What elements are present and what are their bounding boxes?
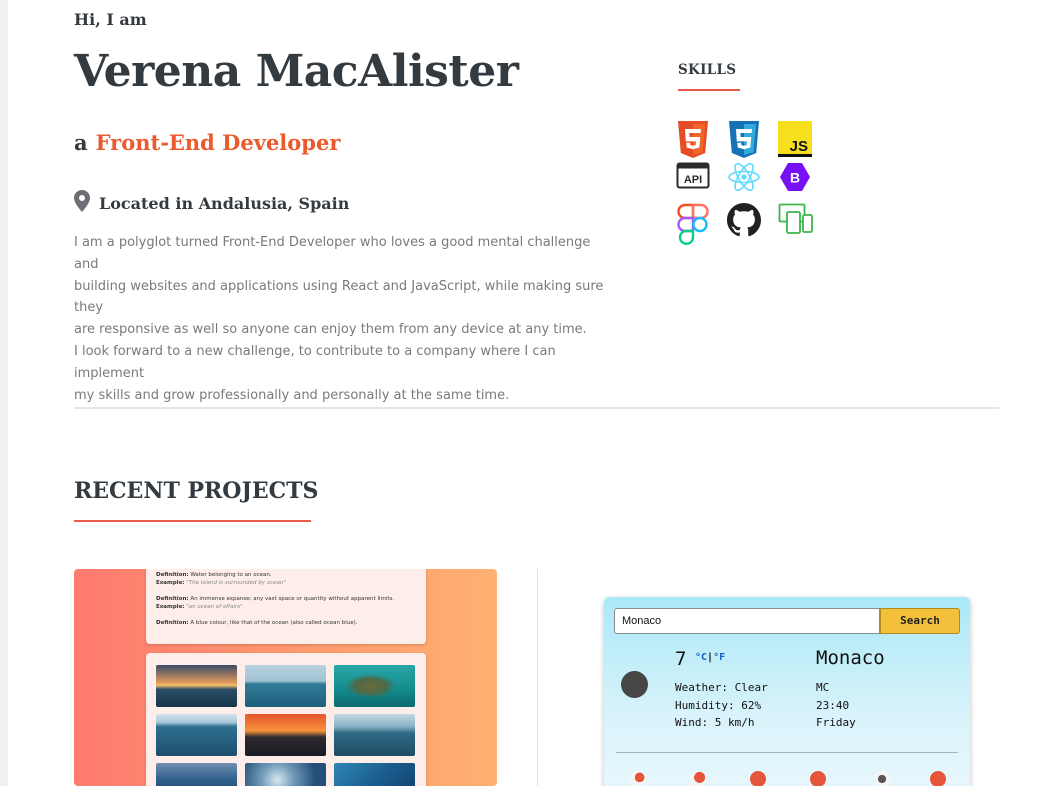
about-line: I am a polyglot turned Front-End Develop…: [74, 235, 591, 272]
definition-entry: Definition: Water belonging to an ocean.: [156, 572, 272, 578]
svg-text:API: API: [684, 174, 702, 186]
forecast-icon: [930, 771, 946, 786]
ocean-horizon-image: [245, 665, 326, 707]
ocean-foam-image: [245, 763, 326, 786]
ocean-deep-image: [334, 763, 415, 786]
responsive-design-icon: [778, 203, 818, 243]
weather-search-button[interactable]: Search: [880, 608, 960, 634]
weather-city: Monaco: [816, 647, 885, 669]
role-title: Front-End Developer: [95, 130, 341, 155]
unit-celsius[interactable]: °C: [695, 652, 707, 663]
forecast-icon: [690, 771, 706, 786]
forecast-icon: [810, 771, 826, 786]
weather-day: Friday: [816, 716, 856, 729]
ocean-storm-image: [156, 763, 237, 786]
svg-text:JS: JS: [790, 138, 808, 155]
about-line: I look forward to a new challenge, to co…: [74, 343, 556, 381]
weather-condition: Weather: Clear: [675, 681, 768, 694]
projects-vertical-divider: [537, 569, 538, 786]
svg-text:B: B: [790, 170, 800, 186]
skills-grid: JS API B: [676, 121, 829, 246]
project-card-dictionary[interactable]: Definition: Water belonging to an ocean.…: [74, 569, 497, 786]
ocean-sunset-image: [156, 665, 237, 707]
skills-underline: [678, 89, 740, 91]
skills-title: SKILLS: [678, 62, 737, 78]
about-line: are responsive as well so anyone can enj…: [74, 322, 587, 338]
definition-entry: Definition: An immense expanse; any vast…: [156, 596, 395, 602]
about-line: my skills and grow professionally and pe…: [74, 387, 510, 403]
left-edge-bar: [0, 0, 8, 786]
unit-fahrenheit[interactable]: °F: [713, 652, 725, 663]
weather-time: 23:40: [816, 698, 850, 712]
ocean-image-grid: [146, 653, 426, 786]
forecast-divider: [616, 752, 958, 753]
section-divider: [74, 407, 999, 409]
greeting: Hi, I am: [74, 10, 147, 29]
example-entry: Example: "an ocean of affairs": [156, 604, 243, 610]
forecast-icon: [750, 771, 766, 786]
ocean-orange-sunset-image: [245, 714, 326, 756]
projects-title: RECENT PROJECTS: [74, 478, 319, 504]
project-card-weather[interactable]: Search 7 °C|°F Weather: Clear Humidity: …: [604, 597, 970, 786]
api-icon: API: [676, 162, 716, 202]
temperature-unit-toggle[interactable]: °C|°F: [695, 652, 725, 663]
figma-icon: [676, 203, 716, 246]
page-title: Verena MacAlister: [74, 46, 519, 97]
ocean-calm-image: [334, 714, 415, 756]
role-prefix: a: [74, 130, 88, 155]
weather-wind: Wind: 5 km/h: [675, 716, 755, 729]
ocean-waves-image: [156, 714, 237, 756]
temperature-value: 7: [675, 648, 687, 670]
weather-humidity: Humidity: 62%: [675, 698, 762, 712]
forecast-icon: [874, 771, 890, 786]
weather-condition-icon: [621, 671, 648, 698]
html5-icon: [676, 121, 716, 161]
example-entry: Example: "The island is surrounded by oc…: [156, 580, 286, 586]
about-line: building websites and applications using…: [74, 278, 604, 316]
sea-turtle-image: [334, 665, 415, 707]
weather-details: Weather: Clear Humidity: 62% Wind: 5 km/…: [675, 679, 768, 732]
location-text: Located in Andalusia, Spain: [99, 193, 350, 213]
react-icon: [727, 162, 767, 202]
javascript-icon: JS: [778, 121, 818, 161]
definitions-box: Definition: Water belonging to an ocean.…: [146, 569, 426, 644]
bootstrap-icon: B: [778, 162, 818, 202]
forecast-icon: [630, 771, 646, 786]
css3-icon: [727, 121, 767, 161]
about-text: I am a polyglot turned Front-End Develop…: [74, 232, 614, 406]
definition-entry: Definition: A blue colour, like that of …: [156, 620, 358, 626]
role-line: a Front-End Developer: [74, 130, 340, 155]
location: Located in Andalusia, Spain: [74, 190, 349, 216]
map-pin-icon: [74, 190, 90, 216]
weather-country-code: MC: [816, 681, 830, 694]
projects-underline: [74, 520, 311, 522]
github-icon: [727, 203, 767, 243]
weather-location-info: MC 23:40 Friday: [816, 679, 856, 732]
weather-search-input[interactable]: [614, 608, 880, 634]
